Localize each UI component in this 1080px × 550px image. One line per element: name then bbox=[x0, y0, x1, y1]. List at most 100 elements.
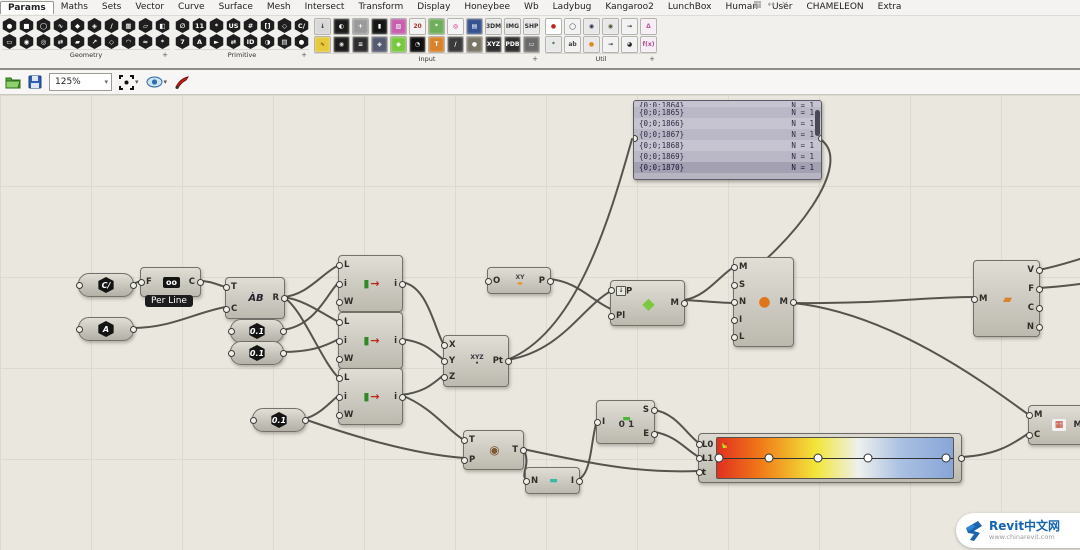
deconstruct-domain-component[interactable]: ISE▬0 1 bbox=[596, 400, 655, 444]
deconstruct-mesh-input-grip[interactable] bbox=[971, 296, 978, 303]
text-split-input-grip[interactable] bbox=[223, 284, 230, 291]
colour-wheel-icon[interactable]: ◎ bbox=[447, 18, 464, 35]
number-param-a-capsule[interactable]: 0.1 bbox=[230, 319, 284, 343]
wire[interactable] bbox=[283, 297, 339, 322]
wire[interactable] bbox=[654, 410, 699, 443]
rectangle-icon[interactable]: ▭ bbox=[2, 34, 17, 49]
menu-tab-wb[interactable]: Wb bbox=[517, 1, 546, 14]
panel-icon[interactable]: ▮ bbox=[371, 18, 388, 35]
number-param-a-output-grip[interactable] bbox=[280, 328, 287, 335]
menu-tab-kangaroo2[interactable]: Kangaroo2 bbox=[598, 1, 660, 14]
sub-d-icon[interactable]: ◎ bbox=[36, 34, 51, 49]
open-file-button[interactable] bbox=[5, 75, 21, 89]
wire[interactable] bbox=[304, 395, 339, 419]
text-split-output-grip[interactable] bbox=[281, 295, 288, 302]
cherry-picker-icon[interactable]: ● bbox=[545, 18, 562, 35]
deconstruct-mesh-component[interactable]: MVFCN▰ bbox=[973, 260, 1040, 337]
deconstruct-mesh-output-grip[interactable] bbox=[1036, 286, 1043, 293]
mesh-solver-input-grip[interactable] bbox=[731, 334, 738, 341]
sequence-icon[interactable]: ≡ bbox=[352, 36, 369, 53]
mesh-from-plane-input-grip[interactable] bbox=[608, 287, 615, 294]
list-item-1-input-grip[interactable] bbox=[336, 299, 343, 306]
brep-icon[interactable]: ◇ bbox=[104, 34, 119, 49]
boolean-icon[interactable]: ◑ bbox=[260, 34, 275, 49]
data-path-icon[interactable]: # bbox=[243, 18, 258, 33]
mesh-from-plane-output-grip[interactable] bbox=[681, 300, 688, 307]
list-item-3-input-grip[interactable] bbox=[336, 375, 343, 382]
eye-box-icon[interactable]: ◉ bbox=[583, 18, 600, 35]
deconstruct-domain-output-grip[interactable] bbox=[651, 407, 658, 414]
wire[interactable] bbox=[401, 375, 444, 395]
menu-tab-curve[interactable]: Curve bbox=[171, 1, 212, 14]
number-param-b-output-grip[interactable] bbox=[280, 350, 287, 357]
list-item-2-component[interactable]: LiWi▮→ bbox=[338, 312, 403, 369]
import-pdb-icon[interactable]: PDB bbox=[504, 36, 521, 53]
construct-point-input-grip[interactable] bbox=[441, 358, 448, 365]
wire[interactable] bbox=[579, 421, 597, 479]
menu-tab-maths[interactable]: Maths bbox=[54, 1, 95, 14]
mesh-solver-input-grip[interactable] bbox=[731, 317, 738, 324]
group-icon[interactable]: ◈ bbox=[87, 18, 102, 33]
mesh-solver-input-grip[interactable] bbox=[731, 299, 738, 306]
menu-tab-surface[interactable]: Surface bbox=[212, 1, 260, 14]
construct-point-input-grip[interactable] bbox=[441, 374, 448, 381]
list-item-2-output-grip[interactable] bbox=[399, 338, 406, 345]
mesh-colours-input-grip[interactable] bbox=[1026, 432, 1033, 439]
sphere-icon[interactable]: ◉ bbox=[19, 34, 34, 49]
menu-tab-extra[interactable]: Extra bbox=[871, 1, 909, 14]
arrow-next-icon[interactable]: → bbox=[602, 36, 619, 53]
text-split-input-grip[interactable] bbox=[223, 306, 230, 313]
arc-icon[interactable]: ◠ bbox=[121, 34, 136, 49]
arrow-right-icon[interactable]: → bbox=[621, 18, 638, 35]
atom-icon[interactable]: ● bbox=[466, 36, 483, 53]
gradient-input-grip[interactable] bbox=[696, 469, 703, 476]
gradient-grip[interactable] bbox=[715, 454, 724, 463]
pipe-icon[interactable]: T bbox=[428, 36, 445, 53]
deconstruct-domain-output-grip[interactable] bbox=[651, 431, 658, 438]
curve-code-icon[interactable]: C/ bbox=[294, 18, 309, 33]
data-panel[interactable]: {0;0;1864}N = 1{0;0;1865}N = 1{0;0;1866}… bbox=[633, 100, 822, 180]
guid-icon[interactable]: ID bbox=[243, 34, 258, 49]
integer-icon[interactable]: 11 bbox=[192, 18, 207, 33]
sampler-output-grip[interactable] bbox=[520, 447, 527, 454]
sampler-input-grip[interactable] bbox=[461, 437, 468, 444]
list-item-3-component[interactable]: LiWi▮→ bbox=[338, 368, 403, 425]
sketch-tool-button[interactable] bbox=[174, 75, 190, 89]
list-item-3-output-grip[interactable] bbox=[399, 394, 406, 401]
list-item-1-input-grip[interactable] bbox=[336, 262, 343, 269]
import-shp-icon[interactable]: SHP bbox=[523, 18, 540, 35]
menu-tab-transform[interactable]: Transform bbox=[351, 1, 410, 14]
import-xyz-icon[interactable]: XYZ bbox=[485, 36, 502, 53]
boolean-toggle-icon[interactable]: ◐ bbox=[333, 18, 350, 35]
number-icon[interactable]: 7 bbox=[175, 34, 190, 49]
wire[interactable] bbox=[401, 282, 444, 345]
line-icon[interactable]: / bbox=[104, 18, 119, 33]
expand-group-button[interactable]: + bbox=[649, 55, 655, 63]
tree-box-icon[interactable]: * bbox=[545, 36, 562, 53]
calendar-icon[interactable]: 20 bbox=[409, 18, 426, 35]
deconstruct-mesh-output-grip[interactable] bbox=[1036, 267, 1043, 274]
deconstruct-domain-input-grip[interactable] bbox=[594, 419, 601, 426]
mesh-icon[interactable]: ▦ bbox=[121, 18, 136, 33]
panda-icon[interactable]: ◕ bbox=[621, 36, 638, 53]
menu-tab-lunchbox[interactable]: LunchBox bbox=[661, 1, 719, 14]
menu-tab-params[interactable]: Params bbox=[0, 1, 54, 14]
list-item-1-component[interactable]: LiWi▮→ bbox=[338, 255, 403, 312]
wire[interactable] bbox=[793, 297, 974, 303]
number-param-a-input-grip[interactable] bbox=[228, 328, 235, 335]
point-icon[interactable]: ● bbox=[2, 18, 17, 33]
list-item-1-output-grip[interactable] bbox=[399, 281, 406, 288]
geometry-icon[interactable]: ◆ bbox=[70, 18, 85, 33]
value-list-icon[interactable]: ▤ bbox=[466, 18, 483, 35]
plane-icon[interactable]: ▱ bbox=[138, 18, 153, 33]
menu-tab-honeybee[interactable]: Honeybee bbox=[457, 1, 517, 14]
construct-point-output-grip[interactable] bbox=[505, 358, 512, 365]
close-icon[interactable]: × bbox=[781, 0, 789, 10]
xy-plane-output-grip[interactable] bbox=[547, 278, 554, 285]
list-item-3-input-grip[interactable] bbox=[336, 394, 343, 401]
wire[interactable] bbox=[282, 339, 339, 352]
wire[interactable] bbox=[962, 433, 1029, 457]
wire[interactable] bbox=[684, 267, 734, 300]
gradient-grip[interactable] bbox=[814, 454, 823, 463]
expand-group-button[interactable]: + bbox=[301, 51, 307, 59]
